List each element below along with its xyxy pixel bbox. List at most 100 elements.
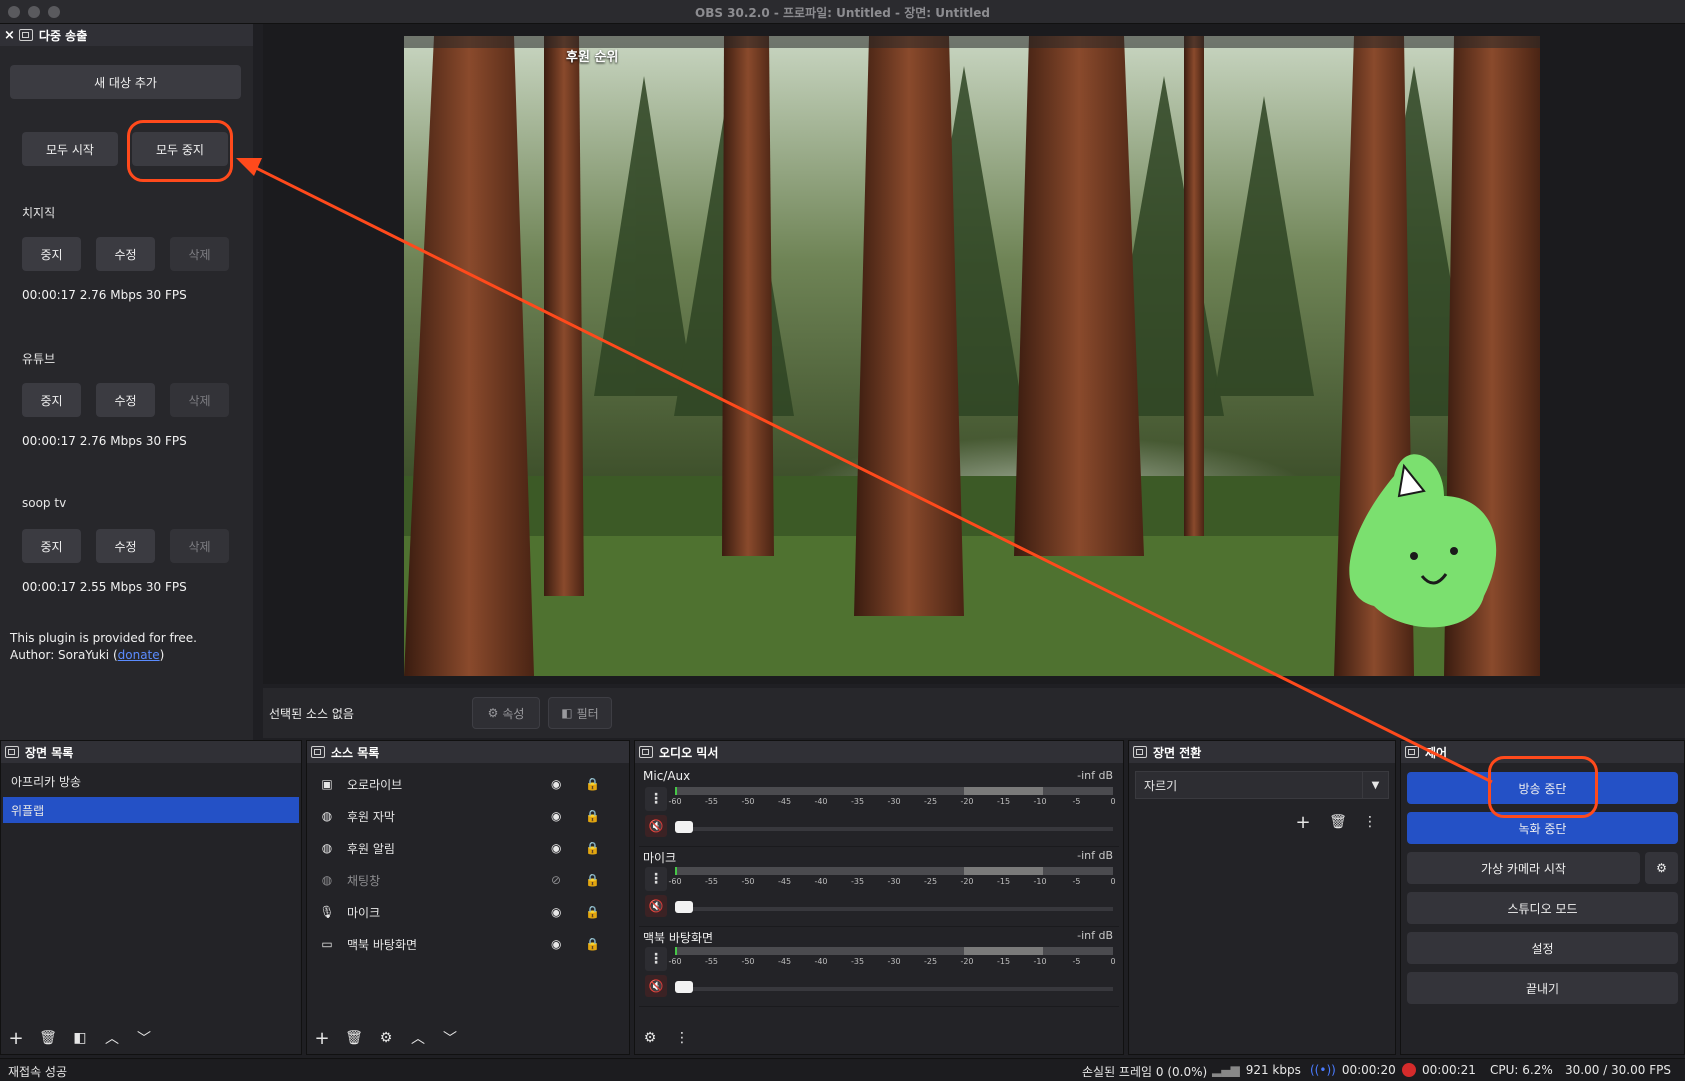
meter-scale: -60 -55 -50 -45 -40 -35 -30 -25 -20 -15 -10 -5 0 xyxy=(668,797,1116,807)
lock-icon[interactable]: 🔒 xyxy=(585,777,600,791)
lock-icon[interactable]: 🔒 xyxy=(585,809,600,823)
transition-select[interactable]: 자르기 ▼ xyxy=(1135,771,1389,799)
program-preview[interactable]: 후원 순위 xyxy=(404,36,1540,676)
target-stop-button[interactable]: 중지 xyxy=(22,529,81,563)
scale-tick-label: 0 xyxy=(1110,797,1116,806)
scale-tick-label: -45 xyxy=(777,957,792,966)
lock-icon[interactable]: 🔒 xyxy=(585,905,600,919)
more-icon[interactable]: ⋮ xyxy=(1359,811,1381,833)
target-stop-button[interactable]: 중지 xyxy=(22,383,81,417)
lock-icon[interactable]: 🔒 xyxy=(585,937,600,951)
volume-fader-knob[interactable] xyxy=(675,981,693,993)
dock-float-icon[interactable] xyxy=(5,746,19,758)
scale-tick-label: -15 xyxy=(996,797,1011,806)
trash-icon[interactable]: 🗑 xyxy=(343,1027,365,1049)
mute-icon[interactable]: 🔇 xyxy=(645,895,667,917)
scale-tick-label: -10 xyxy=(1033,877,1047,886)
scene-item-active[interactable]: 위플랩 xyxy=(3,797,299,823)
filter-icon[interactable]: ◧ xyxy=(69,1027,91,1049)
close-icon[interactable]: × xyxy=(4,28,15,43)
dock-float-icon[interactable] xyxy=(18,29,33,41)
dock-float-icon[interactable] xyxy=(311,746,325,758)
mute-icon[interactable]: 🔇 xyxy=(645,815,667,837)
target-edit-button[interactable]: 수정 xyxy=(96,529,155,563)
chevron-down-icon[interactable]: ﹀ xyxy=(439,1027,461,1049)
channel-db: -inf dB xyxy=(1077,929,1113,942)
more-icon[interactable]: ⋮ xyxy=(671,1027,693,1049)
target-edit-button[interactable]: 수정 xyxy=(96,383,155,417)
virtual-camera-button[interactable]: 가상 카메라 시작 xyxy=(1407,852,1640,884)
properties-button[interactable]: ⚙ 속성 xyxy=(472,697,540,729)
trash-icon[interactable]: 🗑 xyxy=(1327,811,1349,833)
volume-fader-knob[interactable] xyxy=(675,901,693,913)
add-target-button[interactable]: 새 대상 추가 xyxy=(10,65,241,99)
scale-tick-label: -5 xyxy=(1072,877,1081,886)
target-delete-button[interactable]: 삭제 xyxy=(170,237,229,271)
add-icon[interactable]: + xyxy=(5,1027,27,1049)
eye-icon[interactable]: ◉ xyxy=(551,937,571,951)
audio-mixer-dock: 오디오 믹서 Mic/Aux -inf dB ⋮ 🔇 -60 -55 -50 -45 -40 -3… xyxy=(634,740,1124,1055)
scene-item[interactable]: 아프리카 방송 xyxy=(3,768,299,794)
target-delete-button[interactable]: 삭제 xyxy=(170,383,229,417)
mute-icon[interactable]: 🔇 xyxy=(645,975,667,997)
scenes-title: 장면 목록 xyxy=(25,745,74,760)
lock-icon[interactable]: 🔒 xyxy=(585,873,600,887)
eye-icon[interactable]: ◉ xyxy=(551,841,571,855)
scale-tick-label: -10 xyxy=(1033,797,1047,806)
eye-icon[interactable]: ◉ xyxy=(551,777,571,791)
chevron-up-icon[interactable]: ︿ xyxy=(407,1027,429,1049)
stream-time: ((•)) 00:00:20 xyxy=(1310,1063,1396,1077)
volume-fader-track[interactable] xyxy=(675,907,1113,911)
dock-float-icon[interactable] xyxy=(1133,746,1147,758)
target-delete-button[interactable]: 삭제 xyxy=(170,529,229,563)
meter-warning-zone xyxy=(964,787,1043,795)
volume-fader-track[interactable] xyxy=(675,987,1113,991)
eye-icon[interactable]: ◉ xyxy=(551,809,571,823)
filters-button[interactable]: ◧ 필터 xyxy=(548,697,612,729)
mixer-title: 오디오 믹서 xyxy=(659,745,719,760)
source-item[interactable]: ◍ 후원 알림 ◉ 🔒 xyxy=(313,832,600,864)
scale-tick-label: -40 xyxy=(814,877,828,886)
dock-float-icon[interactable] xyxy=(1405,746,1419,758)
bitrate-status: ▂▄▆ 921 kbps xyxy=(1212,1063,1301,1077)
volume-fader-track[interactable] xyxy=(675,827,1113,831)
source-item[interactable]: ◍ 채팅창 ⊘ 🔒 xyxy=(313,864,600,896)
chevron-up-icon[interactable]: ︿ xyxy=(101,1027,123,1049)
source-name: 마이크 xyxy=(347,905,381,920)
add-icon[interactable]: + xyxy=(1292,811,1314,833)
settings-button[interactable]: 설정 xyxy=(1407,932,1678,964)
scale-tick-label: -50 xyxy=(741,877,755,886)
volume-fader-knob[interactable] xyxy=(675,821,693,833)
source-item[interactable]: ▭ 맥북 바탕화면 ◉ 🔒 xyxy=(313,928,600,960)
mixer-settings-icon[interactable]: ⚙ xyxy=(639,1027,661,1049)
studio-mode-button[interactable]: 스튜디오 모드 xyxy=(1407,892,1678,924)
gear-icon[interactable]: ⚙ xyxy=(375,1027,397,1049)
globe-icon: ◍ xyxy=(321,809,333,823)
source-name: 맥북 바탕화면 xyxy=(347,937,418,952)
exit-button[interactable]: 끝내기 xyxy=(1407,972,1678,1004)
target-edit-button[interactable]: 수정 xyxy=(96,237,155,271)
eye-icon[interactable]: ◉ xyxy=(551,905,571,919)
chevron-down-icon[interactable]: ﹀ xyxy=(133,1027,155,1049)
virtual-camera-settings-button[interactable]: ⚙ xyxy=(1645,852,1678,884)
scale-tick-label: -45 xyxy=(777,877,792,886)
target-stop-button[interactable]: 중지 xyxy=(22,237,81,271)
more-icon[interactable]: ⋮ xyxy=(645,787,667,811)
dock-float-icon[interactable] xyxy=(639,746,653,758)
trash-icon[interactable]: 🗑 xyxy=(37,1027,59,1049)
filters-label: 필터 xyxy=(576,706,599,721)
mixer-header: 오디오 믹서 xyxy=(635,741,1123,763)
more-icon[interactable]: ⋮ xyxy=(645,947,667,971)
scale-tick-label: -15 xyxy=(996,957,1011,966)
more-icon[interactable]: ⋮ xyxy=(645,867,667,891)
forest-scene-image xyxy=(404,36,1540,676)
donate-link[interactable]: donate xyxy=(118,648,160,662)
eye-off-icon[interactable]: ⊘ xyxy=(551,873,571,887)
lock-icon[interactable]: 🔒 xyxy=(585,841,600,855)
source-item[interactable]: ◍ 후원 자막 ◉ 🔒 xyxy=(313,800,600,832)
add-icon[interactable]: + xyxy=(311,1027,333,1049)
source-name: 후원 자막 xyxy=(347,809,395,824)
source-item[interactable]: 🎙 마이크 ◉ 🔒 xyxy=(313,896,600,928)
source-item[interactable]: ▣ 오로라이브 ◉ 🔒 xyxy=(313,768,600,800)
start-all-button[interactable]: 모두 시작 xyxy=(22,132,118,166)
